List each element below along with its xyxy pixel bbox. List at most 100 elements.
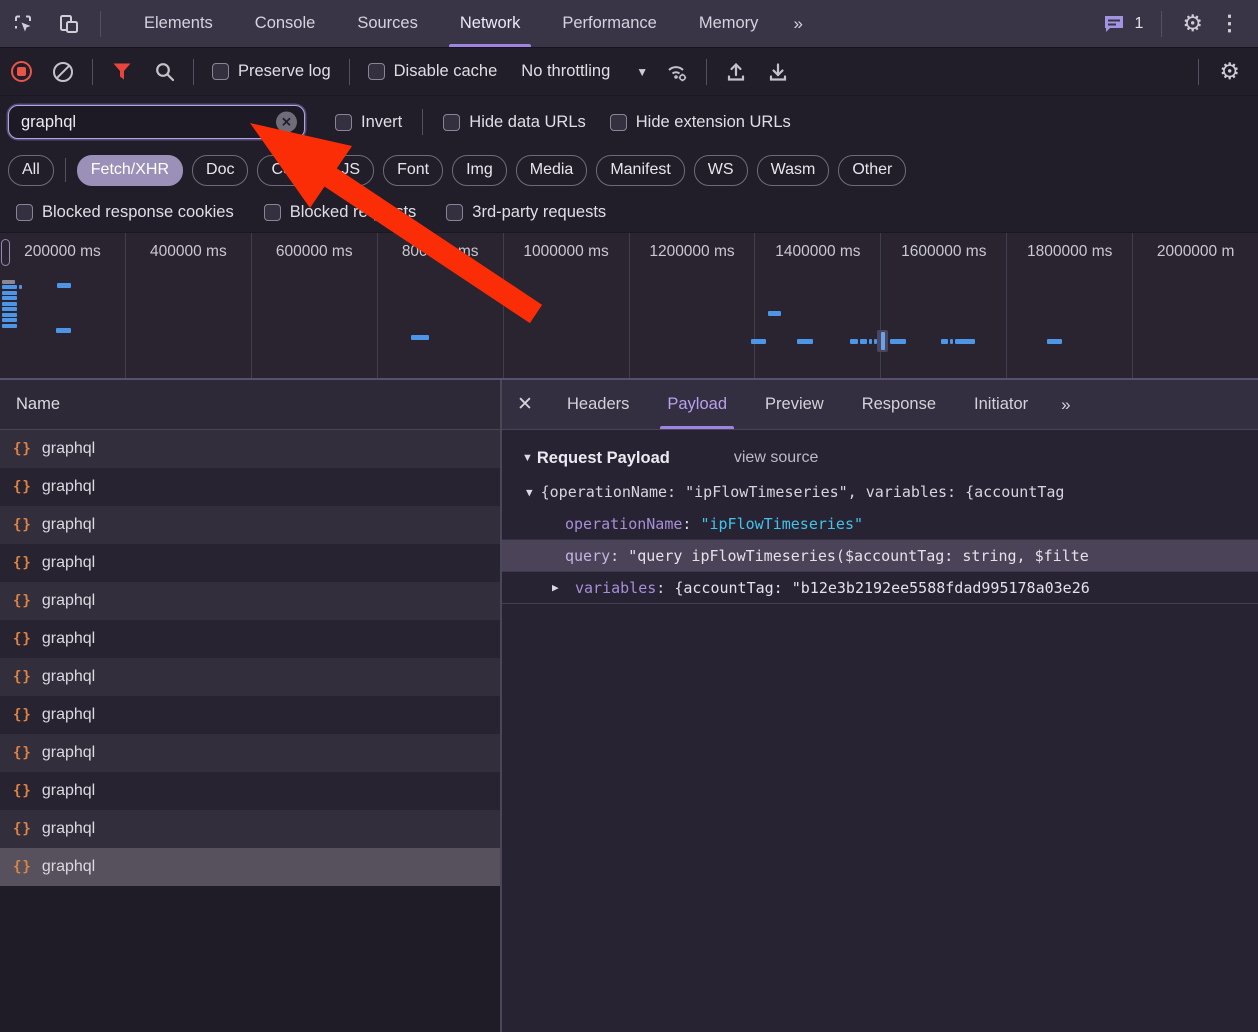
filter-input-container: ✕ — [8, 105, 305, 139]
filter-chip-img[interactable]: Img — [452, 155, 507, 186]
divider — [349, 59, 350, 85]
table-row-request[interactable]: {}graphql — [0, 506, 500, 544]
search-icon[interactable] — [149, 57, 179, 87]
payload-value: {accountTag: "b12e3b2192ee5588fdad995178… — [674, 579, 1089, 597]
json-fetch-icon: {} — [13, 479, 32, 495]
preserve-log-checkbox[interactable]: Preserve log — [212, 62, 331, 81]
filter-chip-wasm[interactable]: Wasm — [757, 155, 830, 186]
payload-tree-row-operationName[interactable]: operationName: "ipFlowTimeseries" — [502, 508, 1258, 540]
payload-key: operationName — [565, 515, 682, 533]
filter-chip-media[interactable]: Media — [516, 155, 588, 186]
timeline-column: 600000 ms — [251, 233, 377, 378]
network-conditions-icon[interactable] — [662, 57, 692, 87]
filter-chip-other[interactable]: Other — [838, 155, 906, 186]
table-row-request[interactable]: {}graphql — [0, 696, 500, 734]
clear-filter-icon[interactable]: ✕ — [276, 112, 297, 133]
disable-cache-checkbox[interactable]: Disable cache — [368, 62, 498, 81]
more-detail-tabs-chevron-icon[interactable]: » — [1061, 395, 1072, 415]
request-name: graphql — [42, 820, 95, 838]
json-fetch-icon: {} — [13, 745, 32, 761]
tab-performance[interactable]: Performance — [541, 0, 677, 47]
waterfall-bar — [19, 285, 22, 289]
more-tabs-chevron-icon[interactable]: » — [779, 14, 818, 34]
payload-tree-row-query[interactable]: query: "query ipFlowTimeseries($accountT… — [502, 540, 1258, 572]
expand-triangle-icon[interactable]: ▶ — [552, 581, 565, 594]
table-row-request[interactable]: {} graphql — [0, 468, 500, 506]
detail-tab-initiator[interactable]: Initiator — [955, 380, 1047, 429]
checkbox-box — [212, 63, 229, 80]
view-source-link[interactable]: view source — [734, 449, 818, 467]
collapse-triangle-icon[interactable]: ▼ — [526, 486, 533, 499]
table-row-request[interactable]: {}graphql — [0, 810, 500, 848]
table-row-request[interactable]: {}graphql — [0, 620, 500, 658]
kebab-menu-icon[interactable]: ⋮ — [1219, 11, 1240, 36]
blocked-requests-checkbox[interactable]: Blocked requests — [264, 203, 417, 222]
console-messages-button[interactable]: 1 — [1101, 11, 1143, 37]
detail-tab-payload[interactable]: Payload — [648, 380, 746, 429]
filter-input[interactable] — [9, 113, 304, 132]
tab-console[interactable]: Console — [234, 0, 337, 47]
checkbox-box — [610, 114, 627, 131]
device-toolbar-icon[interactable] — [56, 11, 82, 37]
detail-tab-response[interactable]: Response — [843, 380, 955, 429]
invert-checkbox[interactable]: Invert — [335, 113, 402, 132]
divider — [193, 59, 194, 85]
tab-network[interactable]: Network — [439, 0, 542, 47]
request-name: graphql — [42, 630, 95, 648]
hide-data-urls-checkbox[interactable]: Hide data URLs — [443, 113, 585, 132]
close-icon[interactable]: ✕ — [502, 393, 548, 416]
network-main-split: Name {}graphql{}graphql{}graphql{}graphq… — [0, 380, 1258, 1032]
filter-chip-ws[interactable]: WS — [694, 155, 748, 186]
filter-chip-js[interactable]: JS — [327, 155, 374, 186]
timeline-tick-label: 1800000 ms — [1027, 243, 1112, 378]
settings-gear-icon[interactable]: ⚙ — [1182, 12, 1203, 35]
filter-chip-all[interactable]: All — [8, 155, 54, 186]
table-row-request[interactable]: {}graphql — [0, 848, 500, 886]
request-options-row: Blocked response cookies Blocked requests… — [0, 192, 1258, 233]
detail-tab-headers[interactable]: Headers — [548, 380, 648, 429]
blocked-response-cookies-checkbox[interactable]: Blocked response cookies — [16, 203, 234, 222]
json-fetch-icon: {} — [13, 859, 32, 875]
export-har-icon[interactable] — [763, 57, 793, 87]
throttling-select[interactable]: No throttling ▼ — [521, 62, 648, 81]
filter-chip-doc[interactable]: Doc — [192, 155, 248, 186]
checkbox-box — [264, 204, 281, 221]
table-row-request[interactable]: {}graphql — [0, 582, 500, 620]
waterfall-bar — [2, 324, 17, 328]
divider — [92, 59, 93, 85]
collapse-triangle-icon[interactable]: ▼ — [522, 452, 533, 464]
table-row-request[interactable]: {}graphql — [0, 772, 500, 810]
json-fetch-icon: {} — [13, 783, 32, 799]
filter-chip-fetch-xhr[interactable]: Fetch/XHR — [77, 155, 183, 186]
import-har-icon[interactable] — [721, 57, 751, 87]
detail-tab-preview[interactable]: Preview — [746, 380, 843, 429]
payload-preview-row[interactable]: ▼ {operationName: "ipFlowTimeseries", va… — [502, 476, 1258, 508]
3rd-party-requests-checkbox[interactable]: 3rd-party requests — [446, 203, 606, 222]
network-settings-gear-icon[interactable]: ⚙ — [1219, 60, 1240, 83]
inspect-element-icon[interactable] — [10, 11, 36, 37]
tab-elements[interactable]: Elements — [123, 0, 234, 47]
request-name: graphql — [42, 478, 95, 496]
filter-chip-manifest[interactable]: Manifest — [596, 155, 684, 186]
table-row-request[interactable]: {}graphql — [0, 544, 500, 582]
name-column-header[interactable]: Name — [0, 380, 500, 430]
payload-pane: ▼ Request Payload view source ▼ {operati… — [502, 430, 1258, 1032]
payload-tree-row-variables[interactable]: ▶variables: {accountTag: "b12e3b2192ee55… — [502, 572, 1258, 604]
tab-sources[interactable]: Sources — [336, 0, 439, 47]
filter-funnel-icon[interactable] — [107, 57, 137, 87]
requests-list-panel: Name {}graphql{}graphql{}graphql{}graphq… — [0, 380, 502, 1032]
filter-chip-font[interactable]: Font — [383, 155, 443, 186]
network-overview-timeline[interactable]: 200000 ms400000 ms600000 ms800000 ms1000… — [0, 233, 1258, 380]
tab-memory[interactable]: Memory — [678, 0, 780, 47]
table-row-request[interactable]: {}graphql — [0, 734, 500, 772]
clear-network-log-icon[interactable] — [48, 57, 78, 87]
filter-chip-css[interactable]: CSS — [257, 155, 318, 186]
hide-extension-urls-checkbox[interactable]: Hide extension URLs — [610, 113, 791, 132]
console-message-count: 1 — [1134, 15, 1143, 33]
table-row-request[interactable]: {}graphql — [0, 658, 500, 696]
table-row-request[interactable]: {}graphql — [0, 430, 500, 468]
waterfall-bar — [2, 313, 17, 317]
json-fetch-icon: {} — [13, 593, 32, 609]
overview-grip-handle[interactable] — [1, 239, 10, 266]
record-network-log-button[interactable] — [6, 57, 36, 87]
